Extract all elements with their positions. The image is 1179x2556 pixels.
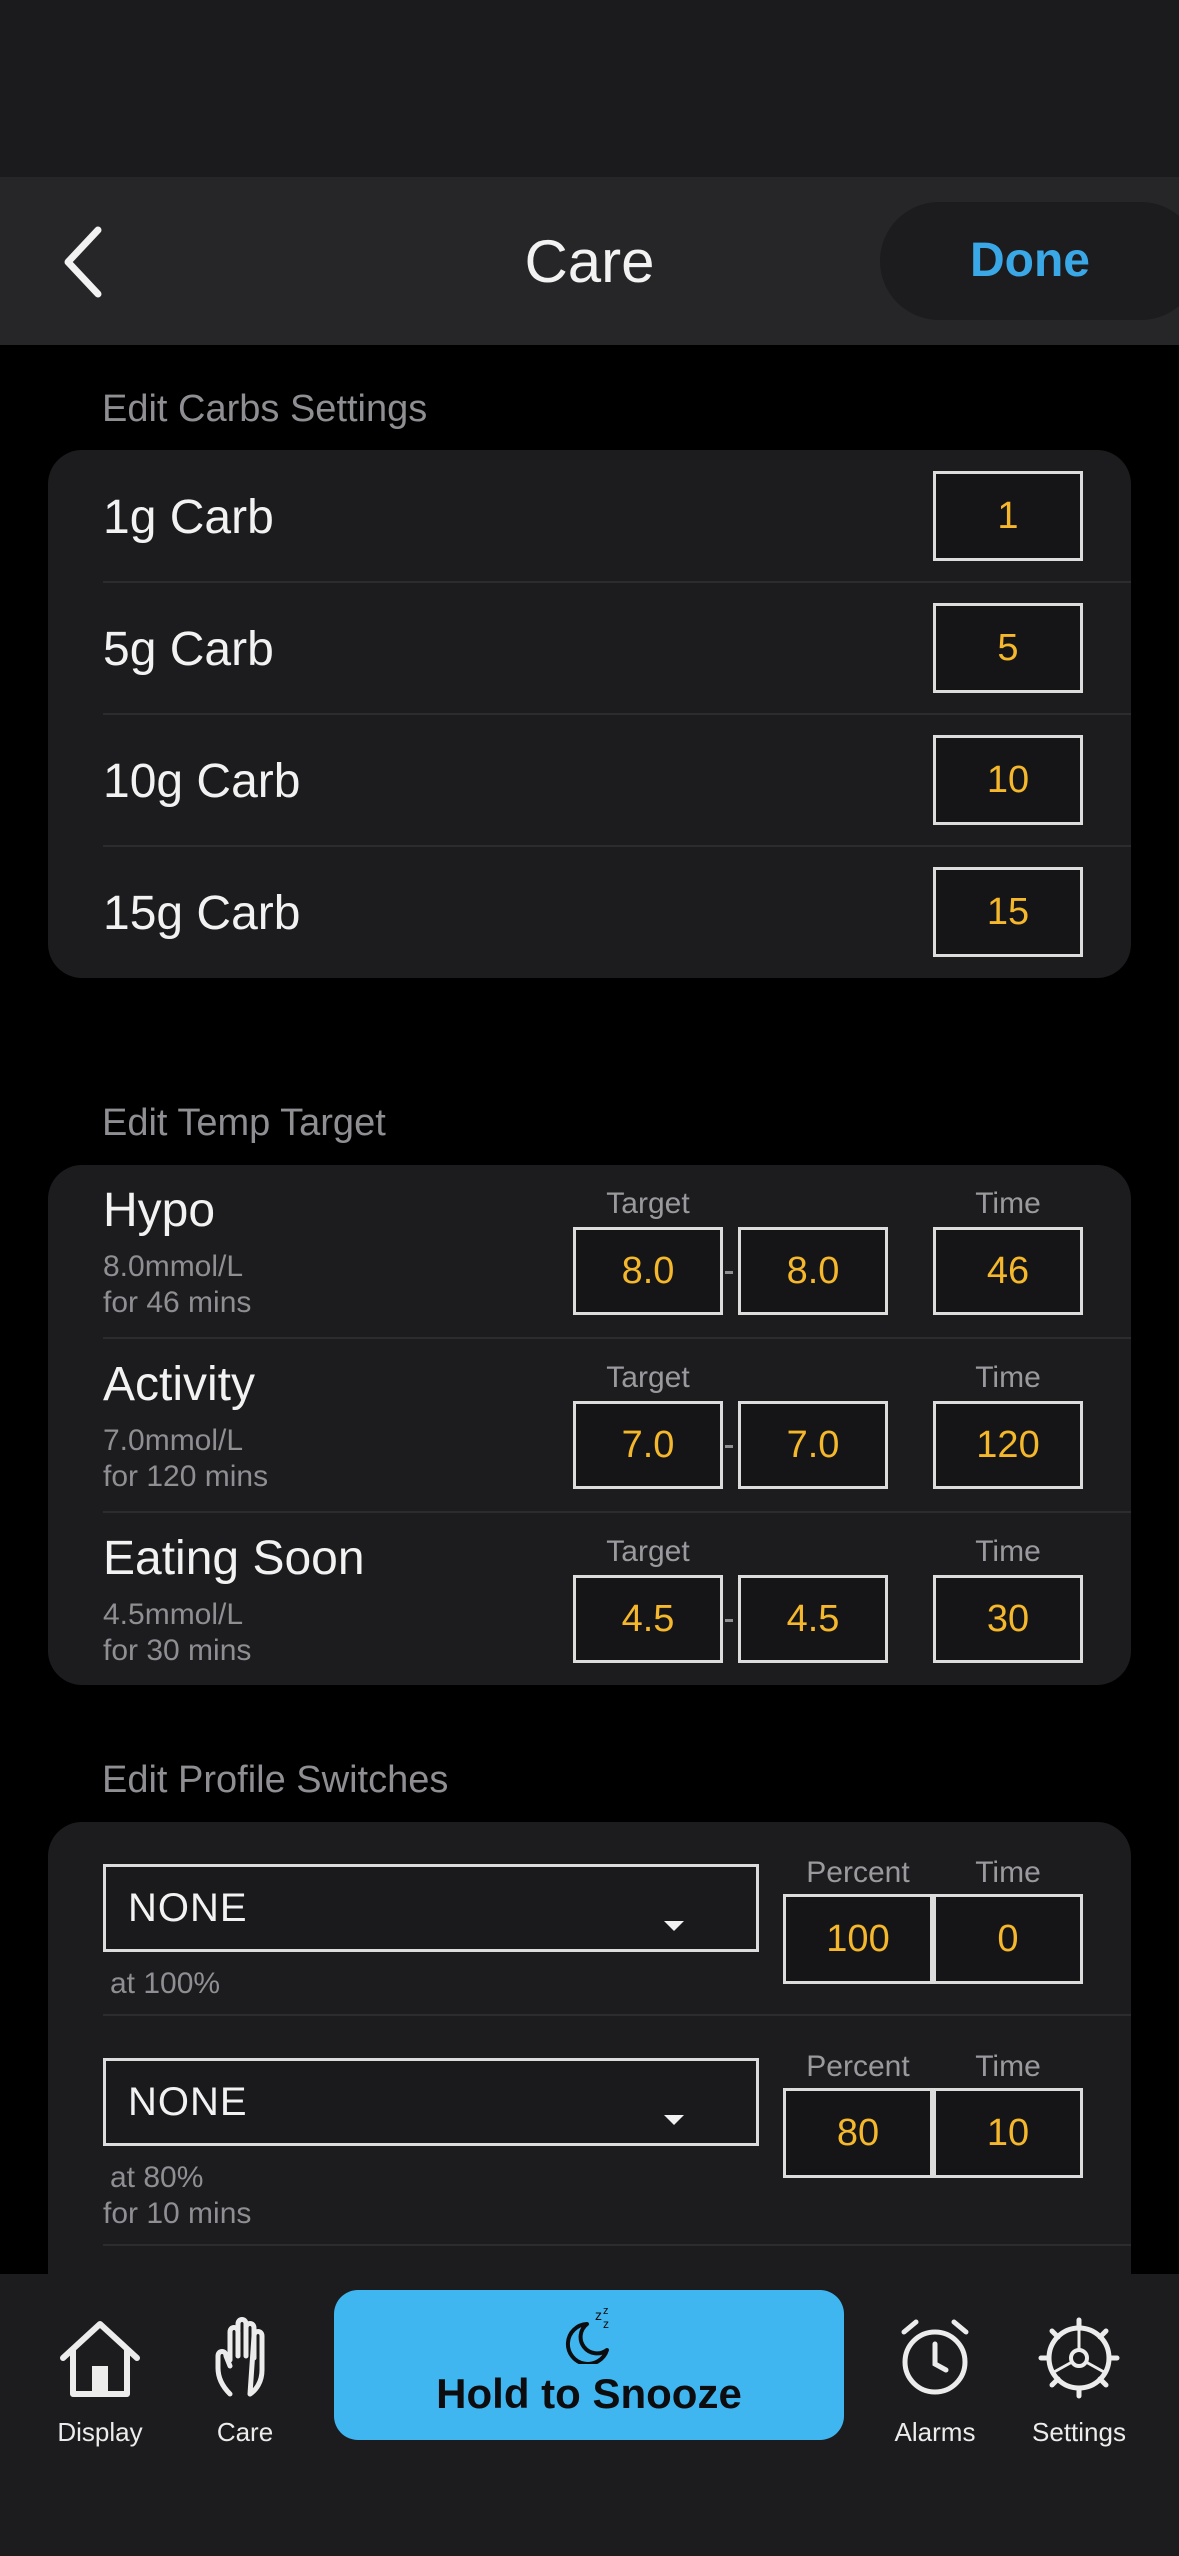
percent-column-header: Percent [806,1856,910,1889]
temp-target-name: Hypo [103,1184,216,1237]
target-high-input[interactable]: 7.0 [738,1401,888,1489]
range-dash [725,1445,733,1448]
percent-input[interactable]: 100 [783,1894,933,1984]
profile-switches-section-header: Edit Profile Switches [102,1759,449,1801]
tab-settings[interactable]: Settings [999,2316,1159,2448]
snooze-button-label: Hold to Snooze [436,2370,742,2417]
temp-target-duration: for 46 mins [103,1286,252,1319]
done-button[interactable]: Done [880,202,1179,320]
dropdown-caret-icon [664,1921,684,1931]
time-column-header: Time [975,1187,1041,1220]
temp-target-row: Activity 7.0mmol/L for 120 mins Target T… [48,1339,1131,1511]
temp-target-detail: 4.5mmol/L [103,1598,244,1631]
profile-switch-percent-detail: at 80% [110,2161,204,2194]
done-button-label: Done [970,234,1090,287]
tab-settings-label: Settings [1032,2417,1126,2447]
temp-target-row: Hypo 8.0mmol/L for 46 mins Target Time 8… [48,1165,1131,1337]
dropdown-caret-icon [664,2115,684,2125]
profile-switch-percent-detail: at 100% [110,1967,221,2000]
hand-icon [215,2317,265,2397]
svg-text:z: z [603,2306,609,2317]
carb-row-label: 5g Carb [103,623,274,676]
tab-display-label: Display [57,2417,143,2447]
target-high-input[interactable]: 4.5 [738,1575,888,1663]
svg-text:z: z [595,2307,602,2323]
range-dash [725,1271,733,1274]
profile-dropdown[interactable]: NONE [103,1864,759,1952]
profile-dropdown-value: NONE [128,2080,248,2124]
target-column-header: Target [606,1535,690,1568]
time-input[interactable]: 10 [933,2088,1083,2178]
carb-value-input[interactable]: 15 [933,867,1083,957]
target-column-header: Target [606,1361,690,1394]
time-column-header: Time [975,2050,1041,2083]
row-divider [103,2244,1131,2246]
hold-to-snooze-button[interactable]: z z z Hold to Snooze [334,2290,844,2440]
time-column-header: Time [975,1535,1041,1568]
percent-input[interactable]: 80 [783,2088,933,2178]
carb-value-input[interactable]: 1 [933,471,1083,561]
moon-sleep-icon: z z z [565,2306,609,2364]
carb-row-label: 1g Carb [103,491,274,544]
tab-alarms[interactable]: Alarms [855,2316,1015,2448]
carb-row-label: 10g Carb [103,755,301,808]
profile-switch-duration: for 10 mins [103,2197,252,2230]
carb-value-input[interactable]: 5 [933,603,1083,693]
alarm-clock-icon [901,2319,969,2395]
time-input[interactable]: 0 [933,1894,1083,1984]
status-bar-area [0,0,1179,177]
temp-target-name: Eating Soon [103,1532,365,1585]
carb-row-label: 15g Carb [103,887,301,940]
time-input[interactable]: 120 [933,1401,1083,1489]
temp-target-detail: 8.0mmol/L [103,1250,244,1283]
gear-icon [1038,2317,1120,2399]
carb-row: 5g Carb 5 [48,582,1131,714]
temp-target-name: Activity [103,1358,256,1411]
tab-display[interactable]: Display [20,2316,180,2448]
temp-target-card: Hypo 8.0mmol/L for 46 mins Target Time 8… [48,1165,1131,1685]
temp-target-detail: 7.0mmol/L [103,1424,244,1457]
target-low-input[interactable]: 8.0 [573,1227,723,1315]
target-column-header: Target [606,1187,690,1220]
time-column-header: Time [975,1856,1041,1889]
tab-care-label: Care [216,2417,274,2447]
profile-switches-card: NONE at 100% Percent Time 100 0 NONE at … [48,1822,1131,2282]
temp-target-duration: for 30 mins [103,1634,252,1667]
tab-alarms-label: Alarms [894,2417,976,2447]
svg-text:z: z [603,2317,609,2331]
range-dash [725,1619,733,1622]
house-icon [60,2321,140,2397]
percent-column-header: Percent [806,2050,910,2083]
time-input[interactable]: 46 [933,1227,1083,1315]
profile-dropdown-value: NONE [128,1886,248,1930]
tab-care[interactable]: Care [165,2316,325,2448]
time-column-header: Time [975,1361,1041,1394]
carb-row: 1g Carb 1 [48,450,1131,582]
profile-dropdown[interactable]: NONE [103,2058,759,2146]
temp-target-duration: for 120 mins [103,1460,269,1493]
temp-target-section-header: Edit Temp Target [102,1102,386,1144]
target-low-input[interactable]: 7.0 [573,1401,723,1489]
profile-switch-row: NONE at 100% Percent Time 100 0 [48,1822,1131,2014]
profile-switch-row: NONE at 80% for 10 mins Percent Time 80 … [48,2016,1131,2230]
target-high-input[interactable]: 8.0 [738,1227,888,1315]
carb-row: 15g Carb 15 [48,846,1131,978]
carb-value-input[interactable]: 10 [933,735,1083,825]
carbs-section-header: Edit Carbs Settings [102,388,428,430]
target-low-input[interactable]: 4.5 [573,1575,723,1663]
carb-row: 10g Carb 10 [48,714,1131,846]
carbs-card: 1g Carb 1 5g Carb 5 10g Carb 10 15g Carb… [48,450,1131,978]
time-input[interactable]: 30 [933,1575,1083,1663]
temp-target-row: Eating Soon 4.5mmol/L for 30 mins Target… [48,1513,1131,1685]
